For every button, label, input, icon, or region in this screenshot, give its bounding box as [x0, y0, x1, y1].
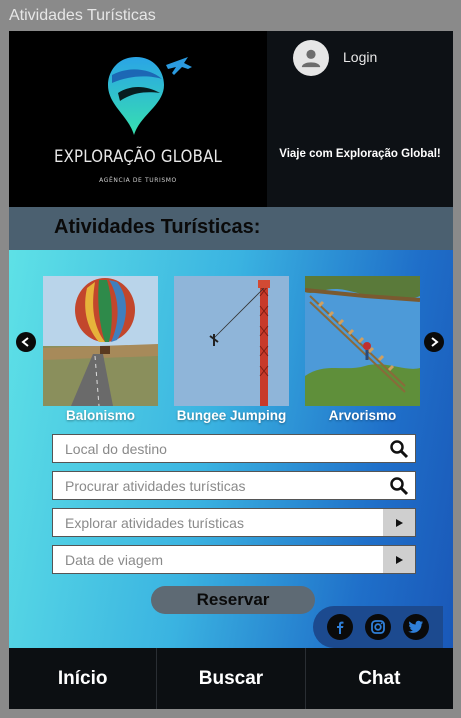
- destination-input[interactable]: Local do destino: [53, 441, 383, 457]
- activity-label: Arvorismo: [328, 408, 397, 423]
- activities-search-input[interactable]: Procurar atividades turísticas: [53, 478, 383, 494]
- chevron-left-icon: [21, 337, 29, 347]
- window-title: Atividades Turísticas: [9, 7, 156, 24]
- instagram-icon[interactable]: [365, 614, 391, 640]
- activities-search-field[interactable]: Procurar atividades turísticas: [52, 471, 416, 500]
- logo-panel: EXPLORAÇÃO GLOBAL AGÊNCIA DE TURISMO: [9, 31, 267, 207]
- activity-label: Bungee Jumping: [176, 408, 287, 423]
- explore-activities-label: Explorar atividades turísticas: [65, 514, 244, 531]
- brand-subtitle: AGÊNCIA DE TURISMO: [99, 177, 177, 184]
- account-panel: Login Viaje com Exploração Global!: [267, 31, 453, 207]
- section-title: Atividades Turísticas:: [54, 216, 261, 238]
- chevron-right-icon: [431, 337, 439, 347]
- carousel-prev-button[interactable]: [16, 332, 36, 352]
- bottom-nav: Início Buscar Chat: [9, 648, 453, 709]
- activity-card-arvorismo[interactable]: Arvorismo: [305, 276, 420, 429]
- explore-activities-dropdown[interactable]: Explorar atividades turísticas: [52, 508, 416, 537]
- arvorismo-image: [305, 276, 420, 406]
- reserve-button[interactable]: Reservar: [151, 586, 315, 614]
- facebook-icon[interactable]: [327, 614, 353, 640]
- nav-inicio[interactable]: Início: [9, 648, 158, 709]
- travel-date-label: Data de viagem: [65, 551, 164, 568]
- bungee-image: [174, 276, 289, 406]
- activity-label: Balonismo: [65, 408, 135, 423]
- login-link[interactable]: Login: [343, 49, 377, 65]
- search-icon[interactable]: [383, 435, 415, 462]
- brand-name: EXPLORAÇÃO GLOBAL: [53, 147, 222, 167]
- nav-buscar[interactable]: Buscar: [157, 648, 306, 709]
- travel-date-dropdown[interactable]: Data de viagem: [52, 545, 416, 574]
- section-header: Atividades Turísticas:: [9, 207, 453, 250]
- activity-card-bungee[interactable]: Bungee Jumping: [174, 276, 289, 429]
- nav-chat[interactable]: Chat: [306, 648, 453, 709]
- social-links: [313, 606, 443, 648]
- logo-pin-icon: [108, 57, 192, 135]
- activity-card-balonismo[interactable]: Balonismo: [43, 276, 158, 429]
- search-icon[interactable]: [383, 472, 415, 499]
- header: EXPLORAÇÃO GLOBAL AGÊNCIA DE TURISMO Log…: [9, 31, 453, 207]
- carousel-next-button[interactable]: [424, 332, 444, 352]
- play-arrow-icon[interactable]: [383, 509, 415, 536]
- balloon-image: [43, 276, 158, 406]
- app-frame: EXPLORAÇÃO GLOBAL AGÊNCIA DE TURISMO Log…: [9, 31, 453, 709]
- destination-search-field[interactable]: Local do destino: [52, 434, 416, 463]
- twitter-icon[interactable]: [403, 614, 429, 640]
- play-arrow-icon[interactable]: [383, 546, 415, 573]
- main-content: Balonismo Bungee Jumping Arvorismo Local…: [9, 250, 453, 648]
- tagline: Viaje com Exploração Global!: [279, 148, 441, 160]
- user-avatar-icon[interactable]: [293, 40, 329, 76]
